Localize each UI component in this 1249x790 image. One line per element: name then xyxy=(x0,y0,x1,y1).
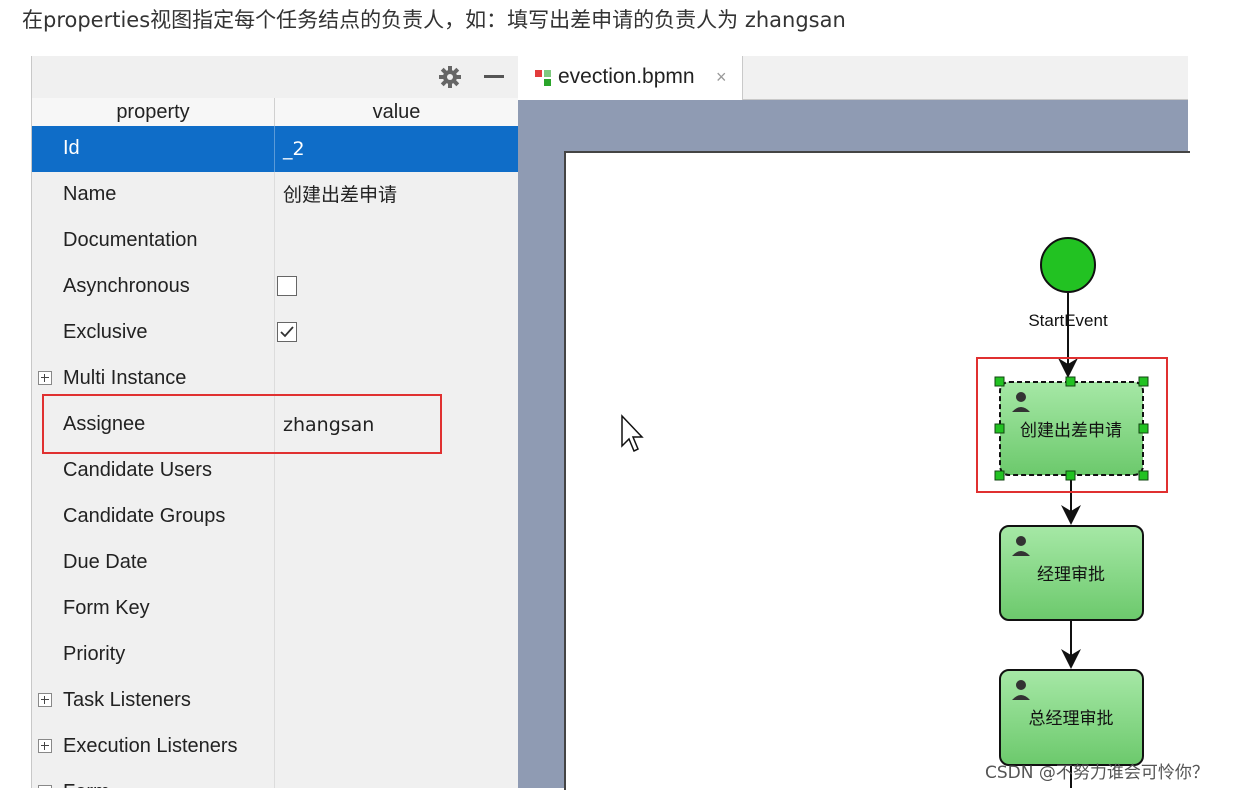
task-create-application[interactable]: 创建出差申请 xyxy=(994,376,1149,481)
task-label: 创建出差申请 xyxy=(1020,421,1122,441)
process-diagram: StartEvent 创建出差申请 经理审批 总经理审批 xyxy=(621,237,1168,788)
mouse-cursor-icon xyxy=(621,414,644,453)
task-label: 总经理审批 xyxy=(1029,709,1114,729)
task-label: 经理审批 xyxy=(1037,565,1105,585)
start-event[interactable] xyxy=(1040,237,1096,293)
start-event-label: StartEvent xyxy=(1028,311,1108,330)
watermark: CSDN @不努力谁会可怜你？ xyxy=(985,763,1209,783)
task-general-manager-approval[interactable]: 总经理审批 xyxy=(999,669,1144,766)
task-manager-approval[interactable]: 经理审批 xyxy=(999,525,1144,621)
